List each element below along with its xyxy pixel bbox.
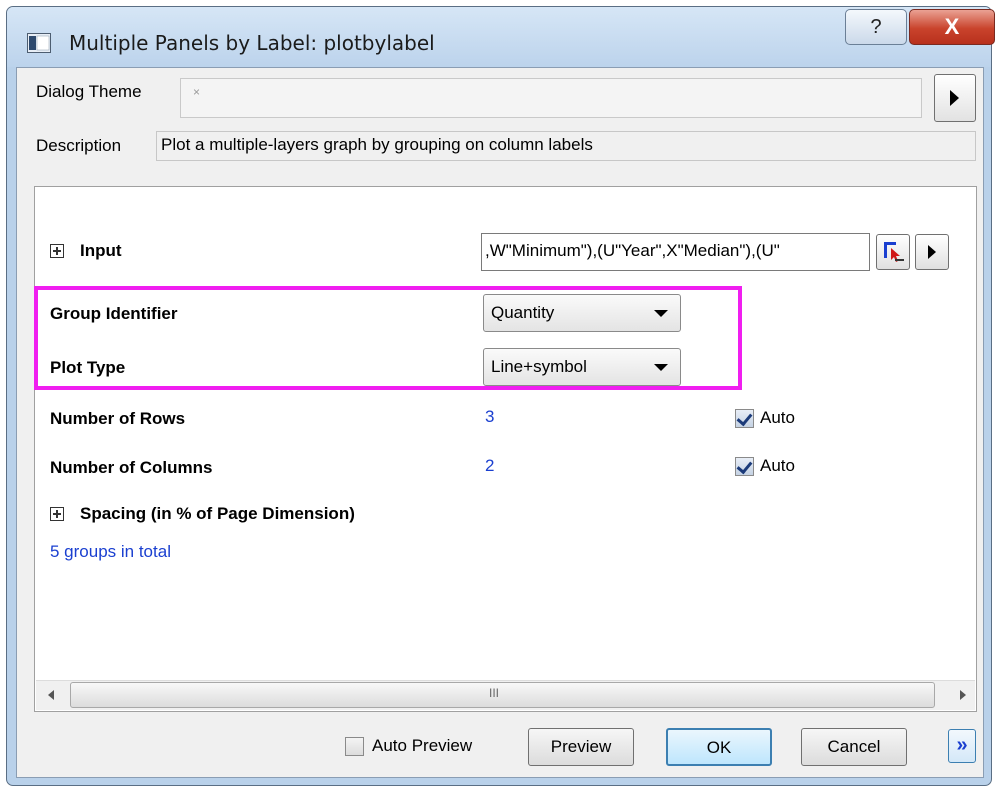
dialog-theme-menu-button[interactable] bbox=[934, 74, 976, 122]
help-icon: ? bbox=[870, 16, 882, 38]
description-label: Description bbox=[36, 136, 122, 155]
close-button[interactable]: X bbox=[909, 9, 995, 45]
play-arrow-icon bbox=[950, 90, 959, 106]
dialog-theme-value: × bbox=[193, 85, 201, 99]
play-arrow-icon bbox=[928, 245, 936, 259]
number-of-rows-value[interactable]: 3 bbox=[485, 407, 494, 427]
select-range-icon bbox=[884, 242, 904, 262]
columns-auto-checkbox[interactable] bbox=[735, 457, 754, 476]
scroll-left-icon[interactable] bbox=[48, 690, 54, 700]
close-icon: X bbox=[944, 14, 960, 39]
description-field: Plot a multiple-layers graph by grouping… bbox=[156, 131, 976, 161]
window-title: Multiple Panels by Label: plotbylabel bbox=[69, 31, 435, 55]
checkmark-icon bbox=[736, 409, 753, 427]
scrollbar-grip-icon: III bbox=[489, 686, 500, 700]
help-button[interactable]: ? bbox=[845, 9, 907, 45]
number-of-rows-label: Number of Rows bbox=[50, 409, 186, 428]
title-bar[interactable]: Multiple Panels by Label: plotbylabel ? … bbox=[7, 7, 995, 67]
expand-dialog-button[interactable]: » bbox=[948, 729, 976, 763]
input-menu-button[interactable] bbox=[915, 234, 949, 270]
highlight-annotation-box bbox=[34, 286, 742, 390]
app-icon bbox=[27, 33, 51, 53]
dialog-theme-field[interactable]: × bbox=[180, 78, 922, 118]
dialog-theme-label: Dialog Theme bbox=[36, 82, 142, 101]
input-label: Input bbox=[80, 241, 122, 260]
rows-auto-checkbox[interactable] bbox=[735, 409, 754, 428]
columns-auto-label: Auto bbox=[760, 456, 795, 475]
number-of-columns-value[interactable]: 2 bbox=[485, 456, 494, 476]
rows-auto-label: Auto bbox=[760, 408, 795, 427]
cancel-button[interactable]: Cancel bbox=[801, 728, 907, 766]
input-range-field[interactable]: ,W"Minimum"),(U"Year",X"Median"),(U" bbox=[481, 233, 870, 271]
number-of-columns-label: Number of Columns bbox=[50, 458, 213, 477]
auto-preview-checkbox[interactable] bbox=[345, 737, 364, 756]
scrollbar-thumb[interactable]: III bbox=[70, 682, 935, 708]
ok-button[interactable]: OK bbox=[666, 728, 772, 766]
select-range-button[interactable] bbox=[876, 234, 910, 270]
checkmark-icon bbox=[736, 457, 753, 475]
groups-info-text: 5 groups in total bbox=[50, 542, 171, 561]
spacing-expand-icon[interactable] bbox=[50, 507, 64, 521]
preview-button[interactable]: Preview bbox=[528, 728, 634, 766]
auto-preview-label: Auto Preview bbox=[372, 736, 473, 755]
double-chevron-right-icon: » bbox=[956, 734, 968, 756]
input-expand-icon[interactable] bbox=[50, 244, 64, 258]
scroll-right-icon[interactable] bbox=[960, 690, 966, 700]
spacing-label: Spacing (in % of Page Dimension) bbox=[80, 504, 355, 523]
